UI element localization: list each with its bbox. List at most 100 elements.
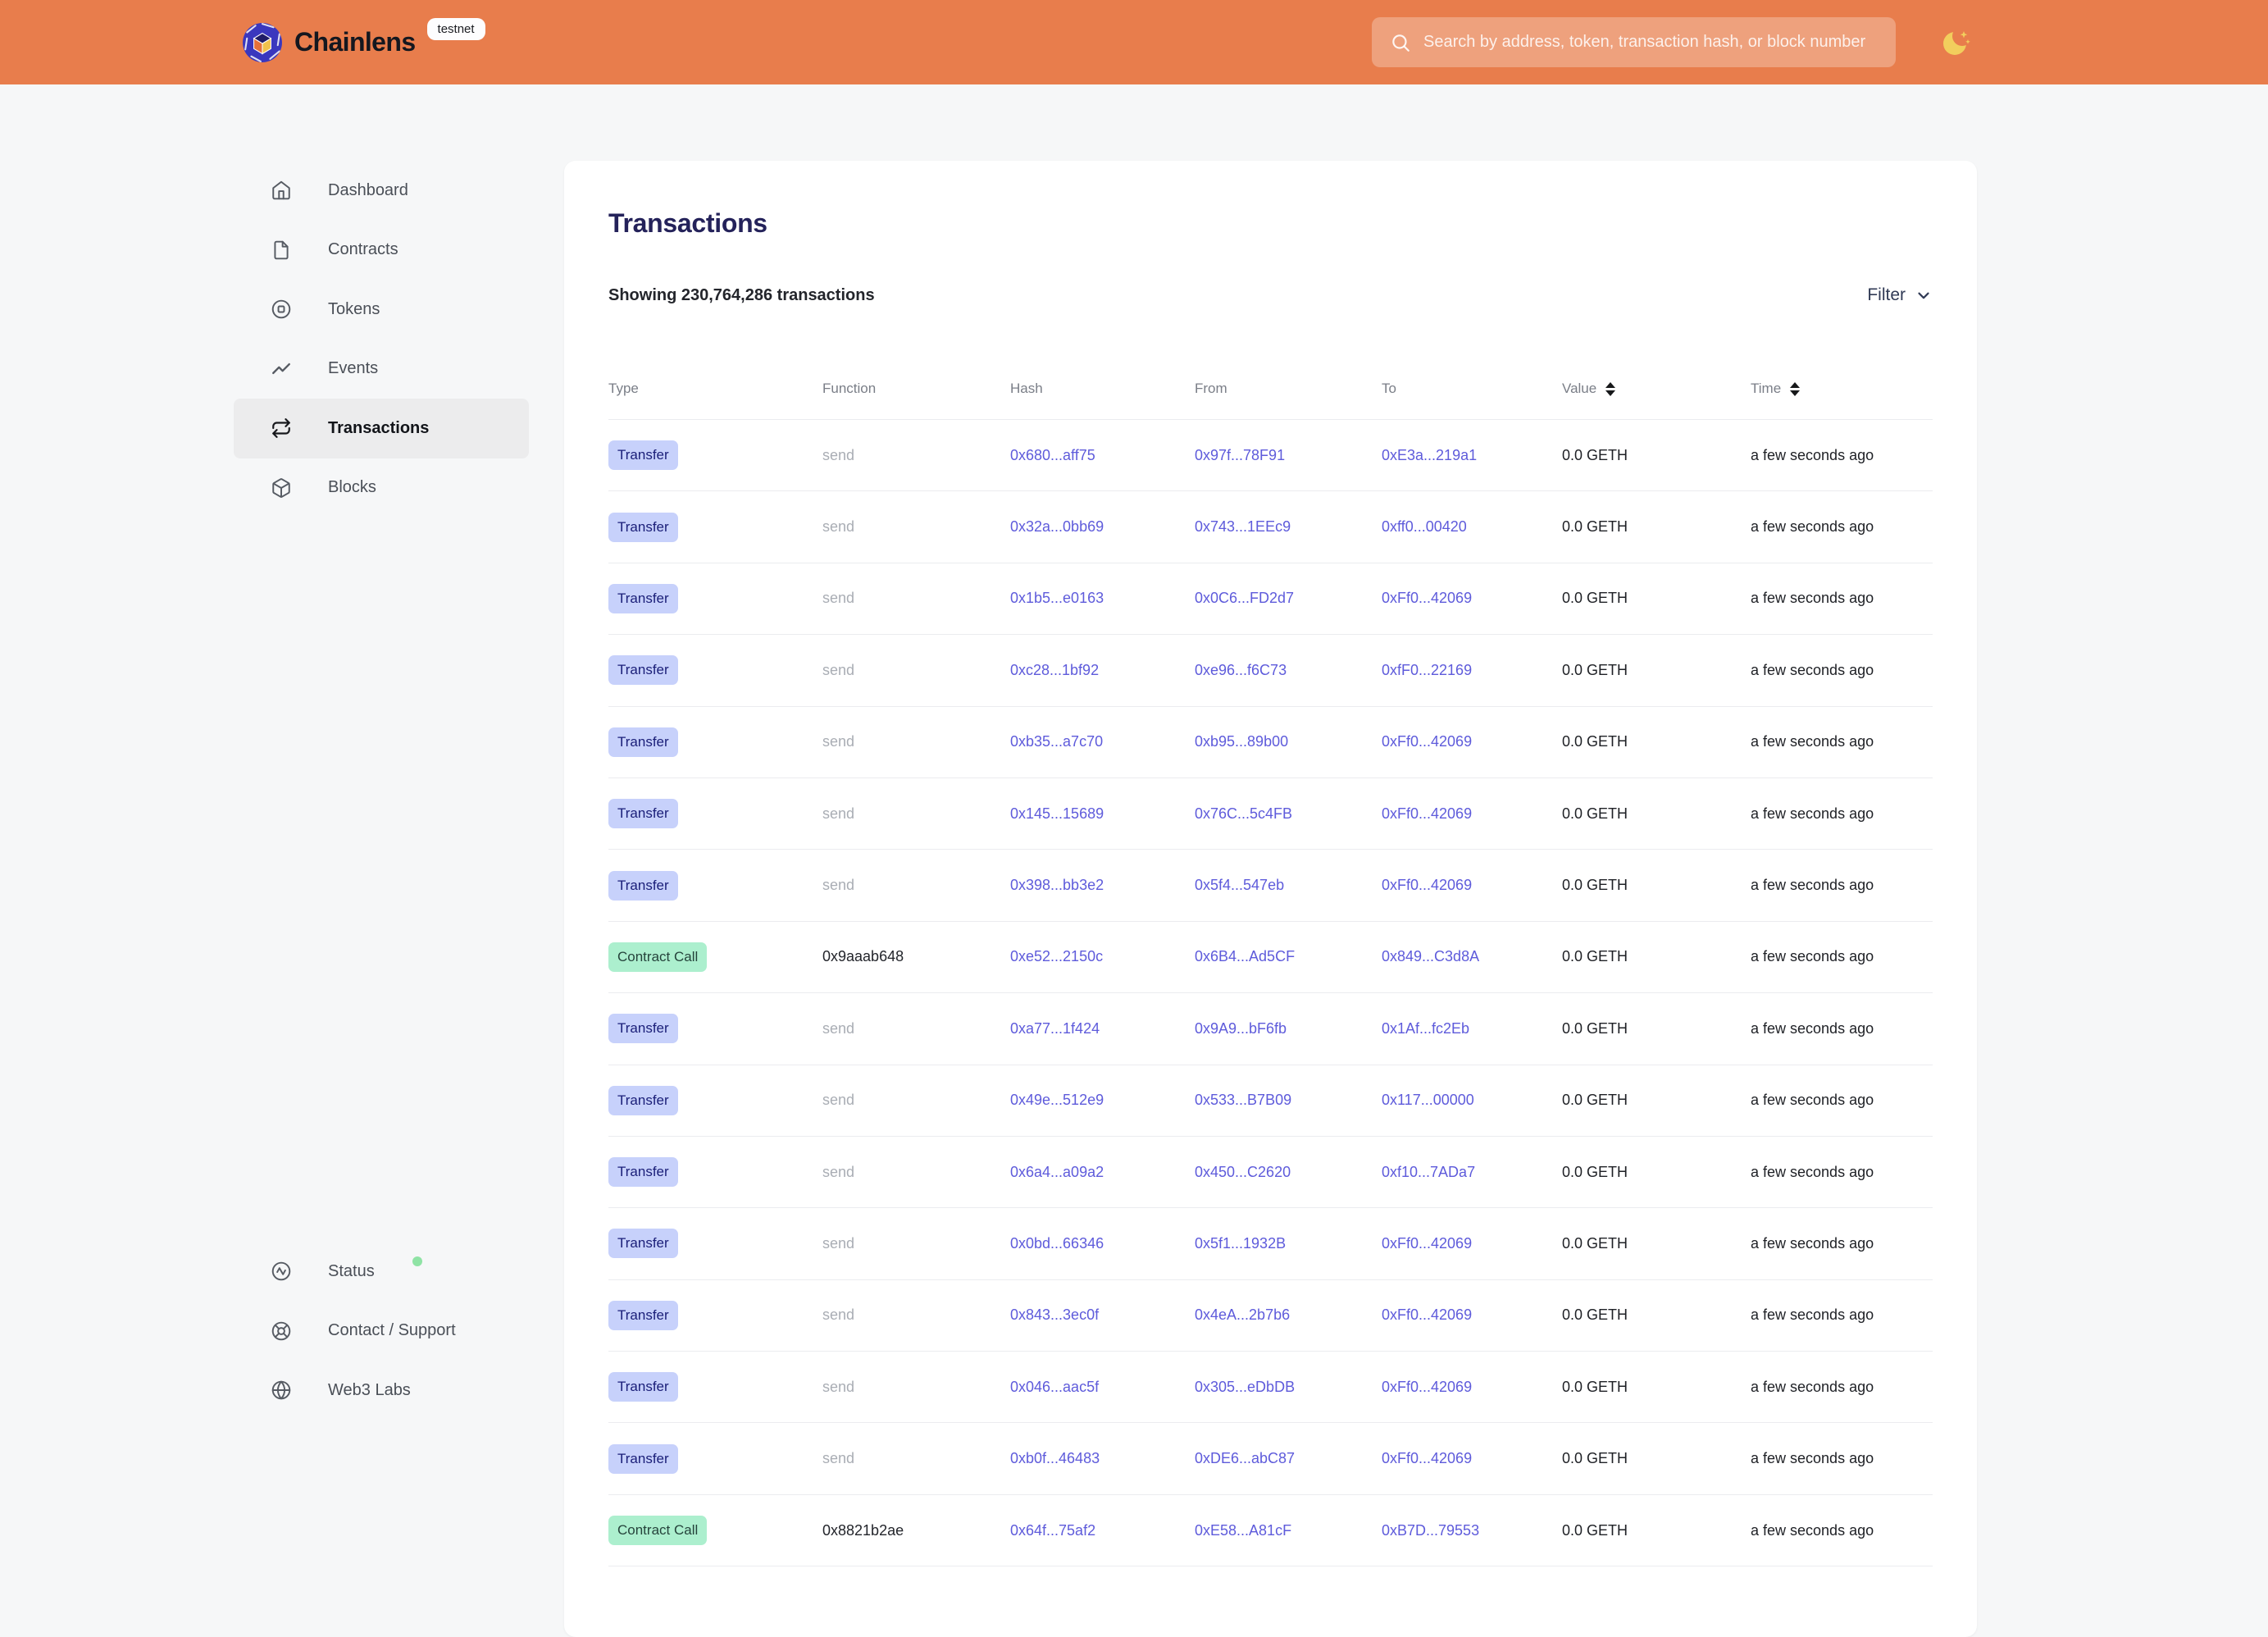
- tx-to-link[interactable]: 0xE3a...219a1: [1382, 447, 1477, 463]
- transactions-page-card: Transactions Showing 230,764,286 transac…: [564, 161, 1977, 1637]
- tx-value: 0.0 GETH: [1562, 518, 1751, 536]
- tx-hash-link[interactable]: 0x1b5...e0163: [1010, 590, 1104, 606]
- tx-type-badge: Transfer: [608, 871, 678, 901]
- tx-function: send: [822, 733, 1010, 750]
- tx-function: 0x9aaab648: [822, 948, 1010, 965]
- tx-function: send: [822, 1450, 1010, 1467]
- sidebar-nav: Dashboard Contracts Tokens Events: [234, 161, 529, 518]
- tx-from-link[interactable]: 0xb95...89b00: [1195, 733, 1288, 750]
- tx-to-link[interactable]: 0x849...C3d8A: [1382, 948, 1479, 964]
- tx-function: send: [822, 1092, 1010, 1109]
- tx-to-link[interactable]: 0xFf0...42069: [1382, 805, 1472, 822]
- tx-time: a few seconds ago: [1751, 447, 1933, 464]
- tx-from-link[interactable]: 0x743...1EEc9: [1195, 518, 1291, 535]
- tx-from-link[interactable]: 0xDE6...abC87: [1195, 1450, 1295, 1466]
- tx-to-link[interactable]: 0xFf0...42069: [1382, 1306, 1472, 1323]
- tx-time: a few seconds ago: [1751, 1306, 1933, 1324]
- top-header: Chainlens testnet: [0, 0, 2268, 84]
- filter-button[interactable]: Filter: [1867, 285, 1933, 305]
- tx-type-badge: Transfer: [608, 1157, 678, 1187]
- column-header-hash: Hash: [1010, 381, 1195, 397]
- tx-hash-link[interactable]: 0x32a...0bb69: [1010, 518, 1104, 535]
- tx-to-link[interactable]: 0xFf0...42069: [1382, 590, 1472, 606]
- tx-hash-link[interactable]: 0x843...3ec0f: [1010, 1306, 1099, 1323]
- tx-from-link[interactable]: 0xe96...f6C73: [1195, 662, 1287, 678]
- tx-from-link[interactable]: 0x9A9...bF6fb: [1195, 1020, 1287, 1037]
- table-row: Transfer send 0x843...3ec0f 0x4eA...2b7b…: [608, 1280, 1933, 1352]
- tx-to-link[interactable]: 0xf10...7ADa7: [1382, 1164, 1475, 1180]
- tx-from-link[interactable]: 0x0C6...FD2d7: [1195, 590, 1294, 606]
- brand-link[interactable]: Chainlens testnet: [242, 0, 485, 84]
- tx-to-link[interactable]: 0xFf0...42069: [1382, 1235, 1472, 1252]
- sidebar-item-label: Events: [328, 359, 378, 378]
- dark-mode-toggle[interactable]: [1940, 26, 1973, 59]
- tx-to-link[interactable]: 0xFf0...42069: [1382, 1450, 1472, 1466]
- tx-hash-link[interactable]: 0x64f...75af2: [1010, 1522, 1095, 1539]
- tx-value: 0.0 GETH: [1562, 805, 1751, 823]
- sidebar-item-label: Status: [328, 1262, 375, 1281]
- sidebar-item-contact-support[interactable]: Contact / Support: [234, 1302, 529, 1361]
- tx-time: a few seconds ago: [1751, 805, 1933, 823]
- tx-value: 0.0 GETH: [1562, 1164, 1751, 1181]
- sidebar-item-blocks[interactable]: Blocks: [234, 458, 529, 518]
- table-row: Transfer send 0x680...aff75 0x97f...78F9…: [608, 420, 1933, 491]
- tx-from-link[interactable]: 0x5f4...547eb: [1195, 877, 1284, 893]
- tx-type-badge: Transfer: [608, 1014, 678, 1043]
- sidebar-item-web3-labs[interactable]: Web3 Labs: [234, 1361, 529, 1420]
- tx-from-link[interactable]: 0xE58...A81cF: [1195, 1522, 1291, 1539]
- column-header-type: Type: [608, 381, 822, 397]
- tx-to-link[interactable]: 0xFf0...42069: [1382, 877, 1472, 893]
- chainlens-logo-icon: [242, 22, 283, 63]
- tx-from-link[interactable]: 0x6B4...Ad5CF: [1195, 948, 1295, 964]
- tx-hash-link[interactable]: 0x046...aac5f: [1010, 1379, 1099, 1395]
- tx-time: a few seconds ago: [1751, 1379, 1933, 1396]
- tx-type-badge: Transfer: [608, 655, 678, 685]
- tx-time: a few seconds ago: [1751, 590, 1933, 607]
- tx-hash-link[interactable]: 0x398...bb3e2: [1010, 877, 1104, 893]
- tx-from-link[interactable]: 0x97f...78F91: [1195, 447, 1285, 463]
- sidebar-item-tokens[interactable]: Tokens: [234, 280, 529, 340]
- table-row: Contract Call 0x9aaab648 0xe52...2150c 0…: [608, 922, 1933, 993]
- tx-time: a few seconds ago: [1751, 1164, 1933, 1181]
- tx-hash-link[interactable]: 0x0bd...66346: [1010, 1235, 1104, 1252]
- column-header-time-sort[interactable]: Time: [1751, 381, 1933, 397]
- tx-time: a few seconds ago: [1751, 948, 1933, 965]
- tx-hash-link[interactable]: 0xb0f...46483: [1010, 1450, 1100, 1466]
- transactions-table-body: Transfer send 0x680...aff75 0x97f...78F9…: [608, 419, 1933, 1566]
- tx-to-link[interactable]: 0x117...00000: [1382, 1092, 1474, 1108]
- tx-from-link[interactable]: 0x5f1...1932B: [1195, 1235, 1286, 1252]
- sidebar-item-events[interactable]: Events: [234, 340, 529, 399]
- tx-hash-link[interactable]: 0x680...aff75: [1010, 447, 1095, 463]
- sidebar-item-label: Tokens: [328, 300, 380, 319]
- status-indicator-dot: [412, 1256, 422, 1266]
- tx-hash-link[interactable]: 0xb35...a7c70: [1010, 733, 1103, 750]
- tx-function: send: [822, 1235, 1010, 1252]
- tx-from-link[interactable]: 0x305...eDbDB: [1195, 1379, 1295, 1395]
- tx-to-link[interactable]: 0xfF0...22169: [1382, 662, 1472, 678]
- table-row: Transfer send 0x046...aac5f 0x305...eDbD…: [608, 1352, 1933, 1423]
- global-search: [1372, 17, 1896, 67]
- search-input[interactable]: [1423, 17, 1896, 67]
- tx-hash-link[interactable]: 0xa77...1f424: [1010, 1020, 1100, 1037]
- sidebar-item-status[interactable]: Status: [234, 1242, 529, 1302]
- sidebar-item-contracts[interactable]: Contracts: [234, 221, 529, 280]
- tx-value: 0.0 GETH: [1562, 1379, 1751, 1396]
- tx-from-link[interactable]: 0x533...B7B09: [1195, 1092, 1291, 1108]
- tx-to-link[interactable]: 0xff0...00420: [1382, 518, 1467, 535]
- tx-to-link[interactable]: 0xB7D...79553: [1382, 1522, 1479, 1539]
- tx-hash-link[interactable]: 0x145...15689: [1010, 805, 1104, 822]
- tx-hash-link[interactable]: 0x49e...512e9: [1010, 1092, 1104, 1108]
- tx-hash-link[interactable]: 0xc28...1bf92: [1010, 662, 1099, 678]
- tx-from-link[interactable]: 0x76C...5c4FB: [1195, 805, 1292, 822]
- tx-to-link[interactable]: 0xFf0...42069: [1382, 1379, 1472, 1395]
- tx-to-link[interactable]: 0xFf0...42069: [1382, 733, 1472, 750]
- column-header-value-sort[interactable]: Value: [1562, 381, 1751, 397]
- tx-from-link[interactable]: 0x450...C2620: [1195, 1164, 1291, 1180]
- tx-hash-link[interactable]: 0x6a4...a09a2: [1010, 1164, 1104, 1180]
- sidebar-item-dashboard[interactable]: Dashboard: [234, 161, 529, 221]
- tx-hash-link[interactable]: 0xe52...2150c: [1010, 948, 1103, 964]
- sidebar-item-transactions[interactable]: Transactions: [234, 399, 529, 458]
- tx-to-link[interactable]: 0x1Af...fc2Eb: [1382, 1020, 1469, 1037]
- tx-from-link[interactable]: 0x4eA...2b7b6: [1195, 1306, 1290, 1323]
- tx-function: send: [822, 1306, 1010, 1324]
